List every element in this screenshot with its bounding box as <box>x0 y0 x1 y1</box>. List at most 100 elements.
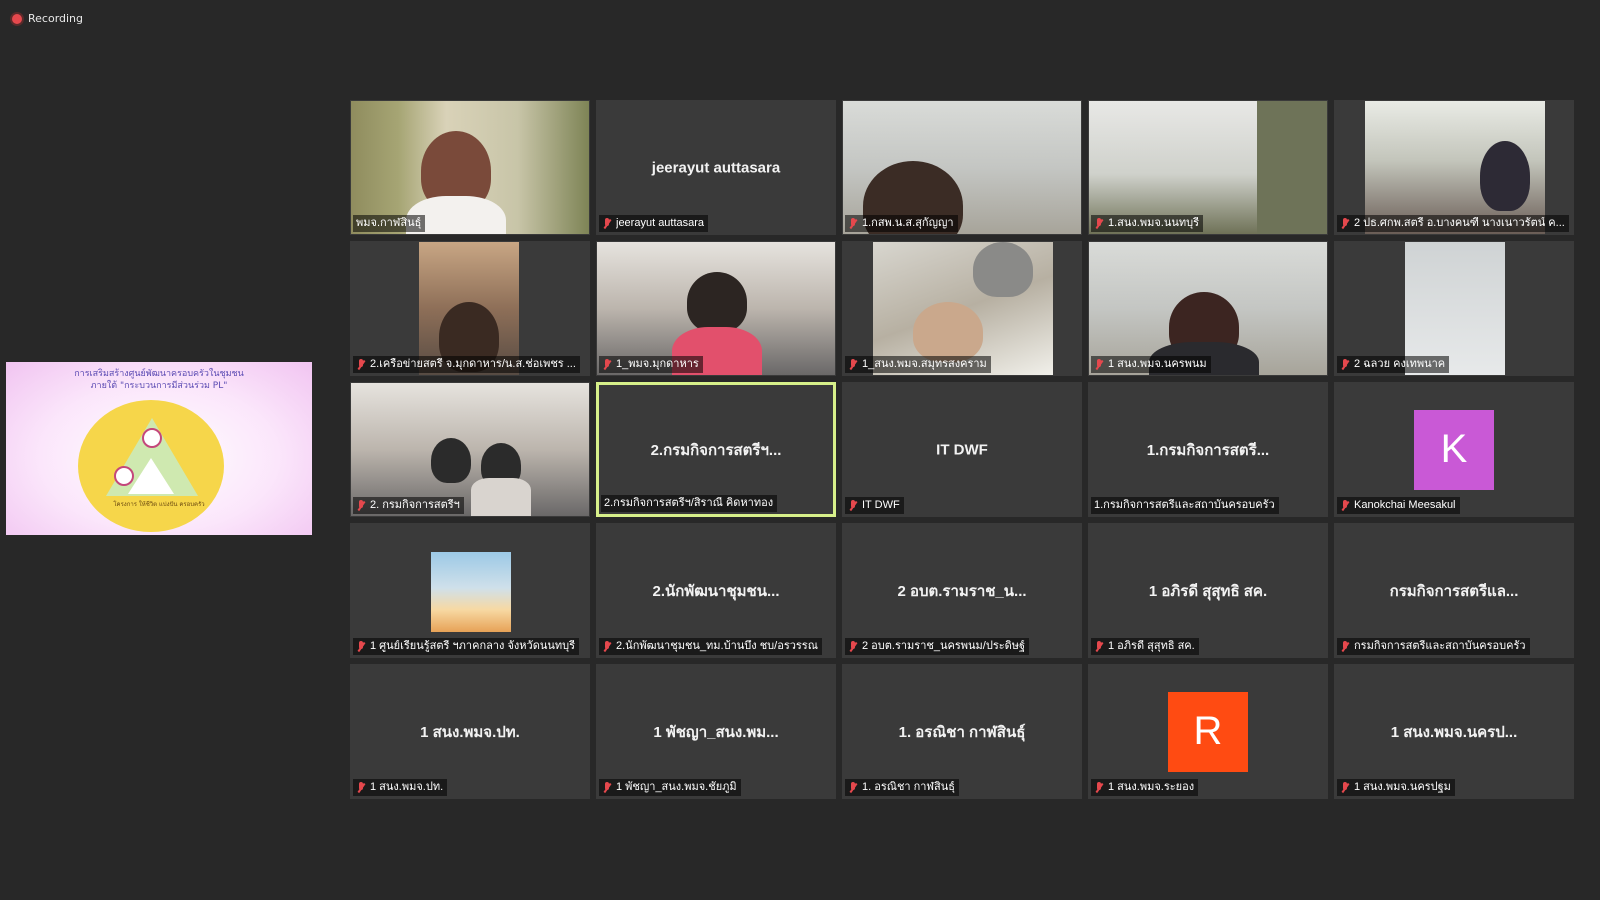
participant-avatar: K <box>1414 409 1494 490</box>
participant-tile[interactable]: พมจ.กาฬสินธุ์ <box>350 100 590 235</box>
participant-name-label: Kanokchai Meesakul <box>1337 497 1460 514</box>
participant-display-name: 1 สนง.พมจ.นครป... <box>1390 723 1518 741</box>
participant-display-name: กรมกิจการสตรีแล... <box>1389 582 1519 600</box>
participant-video-figure <box>471 478 531 516</box>
mic-muted-icon <box>602 640 612 653</box>
mic-muted-icon <box>356 499 366 512</box>
participant-name-label: 1 สนง.พมจ.ปท. <box>353 779 448 796</box>
participant-avatar-image <box>431 552 511 632</box>
mic-muted-icon <box>1340 217 1350 230</box>
participant-video-figure <box>1257 101 1327 234</box>
mic-muted-icon <box>602 781 612 794</box>
participant-tile[interactable]: 1 พัชญา_สนง.พม... 1 พัชญา_สนง.พมจ.ชัยภูม… <box>596 664 836 799</box>
participant-name-label: 2.กรมกิจการสตรีฯ/สิราณี คิดหาทอง <box>601 495 778 512</box>
mic-muted-icon <box>848 358 858 371</box>
mic-muted-icon <box>356 640 366 653</box>
participant-name-label: 2 ฉลวย คงเทพนาค <box>1337 356 1450 373</box>
recording-label: Recording <box>28 12 84 25</box>
participant-tile[interactable]: K Kanokchai Meesakul <box>1334 382 1574 517</box>
mic-muted-icon <box>848 640 858 653</box>
participant-name-label: 2.เครือข่ายสตรี จ.มุกดาหาร/น.ส.ช่อเพชร .… <box>353 356 580 373</box>
participant-avatar: R <box>1168 691 1248 772</box>
participant-name-label: พมจ.กาฬสินธุ์ <box>353 215 426 232</box>
recording-dot-icon <box>12 13 22 24</box>
participant-tile[interactable]: 1. อรณิชา กาฬสินธุ์ 1. อรณิชา กาฬสินธุ์ <box>842 664 1082 799</box>
participant-tile[interactable]: 2 ปธ.ศกพ.สตรี อ.บางคนฑี นางเนาวรัตน์ ค..… <box>1334 100 1574 235</box>
participant-name-label: 1 สนง.พมจ.นครพนม <box>1091 356 1211 373</box>
participant-name-label: 2 อบต.รามราช_นครพนม/ประดิษฐ์ <box>845 638 1030 655</box>
participant-tile[interactable]: 1.สนง.พมจ.นนทบุรี <box>1088 100 1328 235</box>
participant-tile[interactable]: 1.กสพ.น.ส.สุกัญญา <box>842 100 1082 235</box>
participant-name-label: 1_พมจ.มุกดาหาร <box>599 356 703 373</box>
participant-name-label: 1. อรณิชา กาฬสินธุ์ <box>845 779 959 796</box>
shared-title-line1: การเสริมสร้างศูนย์พัฒนาครอบครัวในชุมชน <box>74 369 244 379</box>
participant-tile[interactable]: 1_พมจ.มุกดาหาร <box>596 241 836 376</box>
mic-muted-icon <box>1094 640 1104 653</box>
participant-name-label: 2. กรมกิจการสตรีฯ <box>353 497 464 514</box>
mic-muted-icon <box>848 217 858 230</box>
shared-screen[interactable]: การเสริมสร้างศูนย์พัฒนาครอบครัวในชุมชน ภ… <box>6 362 312 535</box>
participant-tile[interactable]: jeerayut auttasara jeerayut auttasara <box>596 100 836 235</box>
shared-screen-title: การเสริมสร้างศูนย์พัฒนาครอบครัวในชุมชน ภ… <box>6 368 312 392</box>
participant-video-figure <box>687 272 747 332</box>
mic-muted-icon <box>602 358 612 371</box>
participant-tile[interactable]: 2.นักพัฒนาชุมชน... 2.นักพัฒนาชุมชน_ทม.บ้… <box>596 523 836 658</box>
shared-title-line2: ภายใต้ "กระบวนการมีส่วนร่วม PL" <box>90 381 228 391</box>
participant-tile[interactable]: IT DWF IT DWF <box>842 382 1082 517</box>
participant-tile[interactable]: 2. กรมกิจการสตรีฯ <box>350 382 590 517</box>
participant-video-figure <box>973 242 1033 297</box>
participant-tile[interactable]: 1 สนง.พมจ.นครป... 1 สนง.พมจ.นครปฐม <box>1334 664 1574 799</box>
participant-video-figure <box>1480 141 1530 211</box>
participant-tile[interactable]: 1 สนง.พมจ.ปท. 1 สนง.พมจ.ปท. <box>350 664 590 799</box>
participant-display-name: 2.นักพัฒนาชุมชน... <box>652 582 780 600</box>
participant-name-label: 1 อภิรดี สุสุทธิ สค. <box>1091 638 1199 655</box>
participant-tile[interactable]: 1 ศูนย์เรียนรู้สตรี ฯภาคกลาง จังหวัดนนทบ… <box>350 523 590 658</box>
participant-display-name: 1.กรมกิจการสตรี... <box>1146 441 1270 459</box>
participant-display-name: 1. อรณิชา กาฬสินธุ์ <box>898 723 1026 741</box>
participant-tile-active-speaker[interactable]: 2.กรมกิจการสตรีฯ... 2.กรมกิจการสตรีฯ/สิร… <box>596 382 836 517</box>
participant-tile[interactable]: 2 อบต.รามราช_น... 2 อบต.รามราช_นครพนม/ปร… <box>842 523 1082 658</box>
participant-video-figure <box>913 302 983 362</box>
participant-tile[interactable]: 1 อภิรดี สุสุทธิ สค. 1 อภิรดี สุสุทธิ สค… <box>1088 523 1328 658</box>
participant-name-label: IT DWF <box>845 497 904 514</box>
mic-muted-icon <box>1340 640 1350 653</box>
participant-name-label: 1 สนง.พมจ.นครปฐม <box>1337 779 1455 796</box>
participant-name-label: 1_สนง.พมจ.สมุทรสงคราม <box>845 356 991 373</box>
shared-logo-icon <box>114 466 134 486</box>
participant-name-label: 1 ศูนย์เรียนรู้สตรี ฯภาคกลาง จังหวัดนนทบ… <box>353 638 580 655</box>
participant-tile[interactable]: กรมกิจการสตรีแล... กรมกิจการสตรีและสถาบั… <box>1334 523 1574 658</box>
participant-name-label: 1 พัชญา_สนง.พมจ.ชัยภูมิ <box>599 779 741 796</box>
mic-muted-icon <box>848 781 858 794</box>
participant-display-name: jeerayut auttasara <box>651 159 781 176</box>
participant-name-label: 1 สนง.พมจ.ระยอง <box>1091 779 1199 796</box>
participant-video-figure <box>431 438 471 483</box>
participant-name-label: กรมกิจการสตรีและสถาบันครอบครัว <box>1337 638 1530 655</box>
mic-muted-icon <box>1340 781 1350 794</box>
mic-muted-icon <box>1340 499 1350 512</box>
participant-display-name: 1 สนง.พมจ.ปท. <box>420 723 520 741</box>
participant-display-name: 2.กรมกิจการสตรีฯ... <box>650 441 782 459</box>
participant-grid: พมจ.กาฬสินธุ์ jeerayut auttasara jeerayu… <box>350 100 1574 799</box>
mic-muted-icon <box>1094 217 1104 230</box>
participant-tile[interactable]: 1.กรมกิจการสตรี... 1.กรมกิจการสตรีและสถา… <box>1088 382 1328 517</box>
participant-name-label: 1.สนง.พมจ.นนทบุรี <box>1091 215 1204 232</box>
shared-diagram-footer: โครงการ ให้ชีวิต แบ่งปัน ครอบครัว <box>113 501 205 508</box>
participant-name-label: 2.นักพัฒนาชุมชน_ทม.บ้านบึง ชบ/อรวรรณ <box>599 638 822 655</box>
participant-tile[interactable]: 1 สนง.พมจ.นครพนม <box>1088 241 1328 376</box>
participant-name-label: 1.กสพ.น.ส.สุกัญญา <box>845 215 958 232</box>
participant-name-label: 1.กรมกิจการสตรีและสถาบันครอบครัว <box>1091 497 1279 514</box>
participant-tile[interactable]: 2 ฉลวย คงเทพนาค <box>1334 241 1574 376</box>
participant-display-name: 1 พัชญา_สนง.พม... <box>653 723 779 741</box>
participant-display-name: 1 อภิรดี สุสุทธิ สค. <box>1148 582 1268 600</box>
mic-muted-icon <box>602 217 612 230</box>
mic-muted-icon <box>1094 781 1104 794</box>
mic-muted-icon <box>356 358 366 371</box>
participant-name-label: 2 ปธ.ศกพ.สตรี อ.บางคนฑี นางเนาวรัตน์ ค..… <box>1337 215 1569 232</box>
participant-tile[interactable]: 2.เครือข่ายสตรี จ.มุกดาหาร/น.ส.ช่อเพชร .… <box>350 241 590 376</box>
participant-name-label: jeerayut auttasara <box>599 215 709 232</box>
mic-muted-icon <box>1094 358 1104 371</box>
recording-indicator: Recording <box>12 12 83 25</box>
participant-tile[interactable]: R 1 สนง.พมจ.ระยอง <box>1088 664 1328 799</box>
mic-muted-icon <box>1340 358 1350 371</box>
participant-tile[interactable]: 1_สนง.พมจ.สมุทรสงคราม <box>842 241 1082 376</box>
